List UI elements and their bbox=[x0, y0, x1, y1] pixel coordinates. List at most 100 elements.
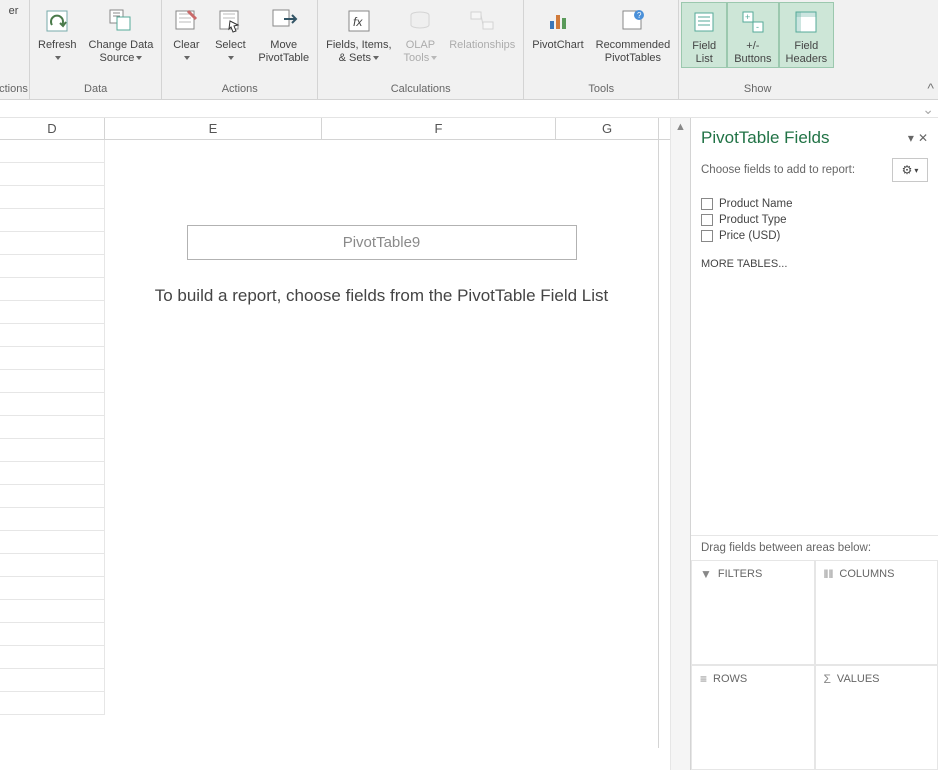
actions-group-label: Actions bbox=[222, 81, 258, 99]
database-icon bbox=[404, 5, 436, 37]
pane-title: PivotTable Fields bbox=[701, 128, 908, 148]
pivottable-instructions: To build a report, choose fields from th… bbox=[117, 282, 647, 309]
chart-icon bbox=[542, 5, 574, 37]
svg-text:+: + bbox=[745, 12, 750, 22]
field-label: Product Type bbox=[719, 214, 787, 226]
columns-icon: ‖‖ bbox=[824, 567, 834, 581]
clear-button[interactable]: Clear bbox=[164, 2, 208, 66]
pivotchart-button[interactable]: PivotChart bbox=[526, 2, 589, 54]
columns-area[interactable]: ‖‖ COLUMNS bbox=[815, 560, 938, 665]
svg-text:?: ? bbox=[637, 11, 642, 20]
field-list-label: Field List bbox=[692, 40, 716, 65]
values-label: VALUES bbox=[837, 673, 880, 685]
column-headers: D E F G bbox=[0, 118, 670, 140]
drop-areas: ▼FILTERS ‖‖ COLUMNS ≡ ROWS Σ VALUES bbox=[691, 560, 938, 770]
refresh-icon bbox=[41, 5, 73, 37]
svg-text:fx: fx bbox=[353, 15, 363, 29]
select-icon bbox=[214, 5, 246, 37]
field-item[interactable]: Product Type bbox=[701, 212, 928, 228]
partial-button[interactable]: er bbox=[4, 2, 24, 21]
col-header-e[interactable]: E bbox=[105, 118, 322, 139]
partial-group-label: ctions bbox=[0, 81, 28, 99]
field-list: Product Name Product Type Price (USD) bbox=[691, 192, 938, 248]
ribbon: er ctions Refresh Change Data Source Dat… bbox=[0, 0, 938, 100]
recommended-pivottables-button[interactable]: ? Recommended PivotTables bbox=[590, 2, 677, 66]
fields-items-sets-button[interactable]: fx Fields, Items, & Sets bbox=[320, 2, 397, 66]
olap-tools-button[interactable]: OLAP Tools bbox=[398, 2, 444, 66]
group-data: Refresh Change Data Source Data bbox=[30, 0, 162, 99]
more-tables-link[interactable]: MORE TABLES... bbox=[691, 248, 938, 280]
move-pivottable-button[interactable]: Move PivotTable bbox=[252, 2, 315, 66]
relationships-button[interactable]: Relationships bbox=[443, 2, 521, 54]
pivottable-placeholder[interactable]: PivotTable9 To build a report, choose fi… bbox=[105, 140, 659, 748]
rows-label: ROWS bbox=[713, 673, 747, 685]
field-headers-icon bbox=[790, 6, 822, 38]
data-group-label: Data bbox=[84, 81, 107, 99]
field-item[interactable]: Product Name bbox=[701, 196, 928, 212]
pane-dropdown-icon[interactable]: ▾ bbox=[908, 131, 914, 145]
chevron-down-icon bbox=[429, 52, 437, 64]
clear-label: Clear bbox=[173, 39, 199, 51]
pane-close-icon[interactable]: ✕ bbox=[918, 131, 928, 145]
move-icon bbox=[268, 5, 300, 37]
relationships-icon bbox=[466, 5, 498, 37]
rows-icon: ≡ bbox=[700, 672, 707, 686]
grid-body[interactable]: PivotTable9 To build a report, choose fi… bbox=[0, 140, 670, 770]
collapse-ribbon-icon[interactable]: ^ bbox=[927, 80, 934, 96]
field-item[interactable]: Price (USD) bbox=[701, 228, 928, 244]
svg-text:-: - bbox=[756, 22, 759, 32]
recommended-label: Recommended PivotTables bbox=[596, 39, 671, 64]
field-label: Product Name bbox=[719, 198, 793, 210]
pivotchart-label: PivotChart bbox=[532, 39, 583, 52]
refresh-button[interactable]: Refresh bbox=[32, 2, 83, 66]
chevron-down-icon bbox=[134, 52, 142, 64]
tools-group-label: Tools bbox=[588, 81, 614, 99]
checkbox-icon[interactable] bbox=[701, 230, 713, 242]
checkbox-icon[interactable] bbox=[701, 214, 713, 226]
field-headers-label: Field Headers bbox=[786, 40, 828, 65]
partial-hint: er bbox=[9, 5, 19, 18]
recommended-icon: ? bbox=[617, 5, 649, 37]
pivottable-name: PivotTable9 bbox=[187, 225, 577, 260]
chevron-down-icon bbox=[53, 52, 61, 64]
clear-icon bbox=[170, 5, 202, 37]
change-data-source-button[interactable]: Change Data Source bbox=[83, 2, 160, 66]
chevron-down-icon bbox=[371, 52, 379, 64]
data-source-icon bbox=[105, 5, 137, 37]
col-header-d[interactable]: D bbox=[0, 118, 105, 139]
expand-formula-bar-icon[interactable]: ⌄ bbox=[922, 101, 934, 118]
field-list-icon bbox=[688, 6, 720, 38]
sheet-area: D E F G PivotTable9 To build a report, c… bbox=[0, 118, 670, 770]
group-actions: Clear Select Move PivotTable Actions bbox=[162, 0, 318, 99]
select-button[interactable]: Select bbox=[208, 2, 252, 66]
gear-icon: ⚙ bbox=[902, 163, 913, 177]
fx-icon: fx bbox=[343, 5, 375, 37]
chevron-down-icon bbox=[182, 52, 190, 64]
vertical-scrollbar[interactable]: ▲ bbox=[670, 118, 690, 770]
scroll-up-icon[interactable]: ▲ bbox=[672, 118, 690, 136]
checkbox-icon[interactable] bbox=[701, 198, 713, 210]
filters-area[interactable]: ▼FILTERS bbox=[691, 560, 815, 665]
select-label: Select bbox=[215, 39, 246, 51]
rows-area[interactable]: ≡ ROWS bbox=[691, 665, 815, 770]
plus-minus-buttons-button[interactable]: +- +/- Buttons bbox=[727, 2, 778, 68]
drag-fields-text: Drag fields between areas below: bbox=[691, 535, 938, 560]
relationships-label: Relationships bbox=[449, 39, 515, 52]
calculations-group-label: Calculations bbox=[391, 81, 451, 99]
refresh-label: Refresh bbox=[38, 39, 77, 51]
group-calculations: fx Fields, Items, & Sets OLAP Tools Rela… bbox=[318, 0, 524, 99]
columns-label: COLUMNS bbox=[839, 568, 894, 580]
plus-minus-label: +/- Buttons bbox=[734, 40, 771, 65]
field-headers-button[interactable]: Field Headers bbox=[779, 2, 835, 68]
chevron-down-icon bbox=[226, 52, 234, 64]
tools-button[interactable]: ⚙ ▾ bbox=[892, 158, 928, 182]
values-area[interactable]: Σ VALUES bbox=[815, 665, 938, 770]
col-header-g[interactable]: G bbox=[556, 118, 659, 139]
field-list-button[interactable]: Field List bbox=[681, 2, 727, 68]
sigma-icon: Σ bbox=[824, 672, 831, 686]
group-partial: er ctions bbox=[0, 0, 30, 99]
fields-items-sets-label: Fields, Items, & Sets bbox=[326, 39, 391, 64]
col-header-f[interactable]: F bbox=[322, 118, 556, 139]
change-data-source-label: Change Data Source bbox=[89, 39, 154, 64]
field-label: Price (USD) bbox=[719, 230, 780, 242]
